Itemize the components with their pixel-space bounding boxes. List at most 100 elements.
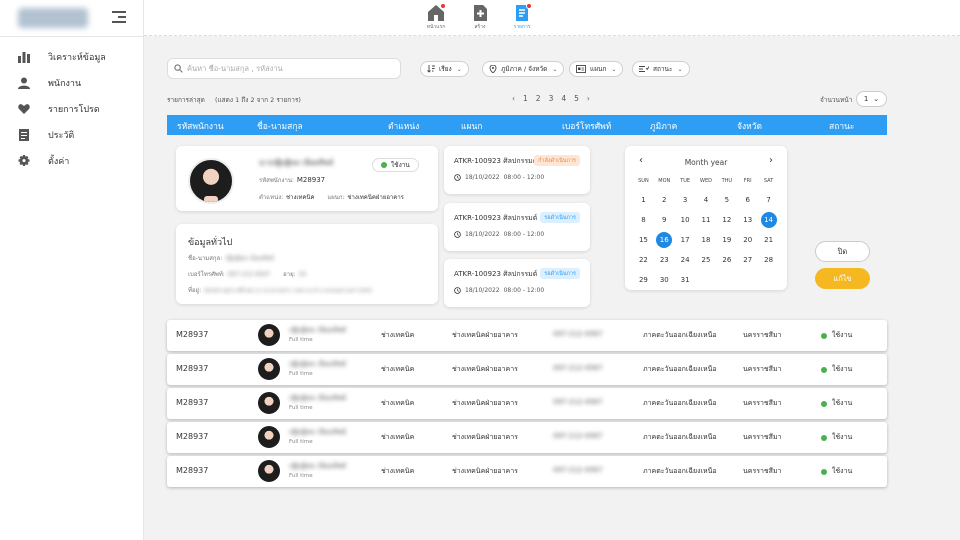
cell-emp-id: M28937 [176,432,209,441]
task-card[interactable]: ATKR-100923 ศิลปกรรมต์ รอดำเนินการ 18/10… [444,259,590,307]
table-row[interactable]: M28937 ปฐิมฐิพล เนียมทิพย์ Full time ช่า… [167,320,887,351]
task-card[interactable]: ATKR-100923 ศิลปกรรมต์ กำลังดำเนินการ 18… [444,146,590,194]
header-region[interactable]: ภูมิภาค [650,119,677,133]
sidebar-item-favorites[interactable]: รายการโปรด [0,96,144,122]
calendar-day[interactable]: 2 [654,192,675,208]
sidebar-item-history[interactable]: ประวัติ [0,122,144,148]
page-5[interactable]: 5 [574,94,579,103]
header-department[interactable]: แผนก [461,119,482,133]
calendar-day[interactable]: 13 [737,212,758,228]
page-2[interactable]: 2 [536,94,541,103]
dept-label: แผนก: [327,194,345,201]
page-1[interactable]: 1 [523,94,528,103]
sidebar-item-analytics[interactable]: วิเคราะห์ข้อมูล [0,44,144,70]
table-row[interactable]: M28937 ปฐิมฐิพล เนียมทิพย์ Full time ช่า… [167,354,887,385]
calendar-day[interactable]: 1 [633,192,654,208]
address-label: ที่อยู่: [188,287,202,294]
status-filter[interactable]: สถานะ ⌄ [632,61,690,77]
calendar-day[interactable]: 20 [737,232,758,248]
calendar-day[interactable]: 30 [654,272,675,288]
calendar-day[interactable]: 4 [696,192,717,208]
cell-region: ภาคตะวันออกเฉียงเหนือ [643,433,717,441]
hamburger-menu-icon[interactable] [112,11,126,23]
cell-employment-type: Full time [289,371,313,377]
calendar-day[interactable]: 7 [758,192,779,208]
department-filter[interactable]: แผนก ⌄ [569,61,624,77]
calendar-day[interactable]: 15 [633,232,654,248]
cell-province: นครราชสีมา [743,433,782,441]
cell-department: ช่างเทคนิคฝ่ายอาคาร [452,399,518,407]
table-row[interactable]: M28937 ปฐิมฐิพล เนียมทิพย์ Full time ช่า… [167,422,887,453]
calendar-day[interactable]: 16 [656,232,673,248]
calendar-day[interactable]: 6 [737,192,758,208]
header-name[interactable]: ชื่อ-นามสกุล [257,119,303,133]
cell-employment-type: Full time [289,473,313,479]
calendar-day[interactable]: 11 [696,212,717,228]
calendar-day[interactable]: 29 [633,272,654,288]
calendar-day[interactable]: 28 [758,252,779,268]
sort-filter[interactable]: เรียง ⌄ [420,61,469,77]
calendar-day[interactable]: 24 [675,252,696,268]
chevron-down-icon: ⌄ [873,95,880,103]
employee-name: นางปฐิมฐิพล เนียมทิพย์ [259,158,334,167]
search-input[interactable] [187,64,387,73]
divider [0,36,144,37]
calendar-day[interactable]: 23 [654,252,675,268]
table-row[interactable]: M28937 ปฐิมฐิพล เนียมทิพย์ Full time ช่า… [167,388,887,419]
prev-page-icon[interactable]: ‹ [512,94,515,103]
calendar-day[interactable]: 26 [716,252,737,268]
calendar-day[interactable]: 10 [675,212,696,228]
pagination: ‹ 1 2 3 4 5 › [512,94,590,103]
top-nav-list[interactable]: รายการ [506,3,538,31]
calendar-next-icon[interactable]: › [769,155,773,166]
calendar-day[interactable]: 17 [675,232,696,248]
header-emp-id[interactable]: รหัสพนักงาน [177,119,224,133]
calendar-day[interactable]: 19 [716,232,737,248]
calendar: ‹ Month year › SUN MON TUE WED THU FRI SAT 1 2 3 4… [625,146,787,290]
cell-position: ช่างเทคนิค [381,399,415,407]
status-text: ใช้งาน [832,399,853,407]
cell-phone: 097-212-4567 [553,398,603,406]
sidebar-item-employees[interactable]: พนักงาน [0,70,144,96]
top-nav-label: รายการ [513,24,531,30]
calendar-day[interactable]: 14 [760,212,777,228]
weekday-label: SAT [763,178,774,184]
calendar-day[interactable]: 12 [716,212,737,228]
calendar-day[interactable]: 21 [758,232,779,248]
app-logo[interactable] [18,8,88,28]
calendar-day[interactable]: 27 [737,252,758,268]
task-code: ATKR-100923 ศิลปกรรมต์ [454,214,538,222]
calendar-day[interactable]: 25 [696,252,717,268]
cell-emp-id: M28937 [176,466,209,475]
cell-name: ปฐิมฐิพล เนียมทิพย์ [289,394,347,402]
calendar-day[interactable]: 3 [675,192,696,208]
calendar-day[interactable]: 8 [633,212,654,228]
calendar-day[interactable]: 5 [716,192,737,208]
top-nav-home[interactable]: หน้าแรก [420,3,452,31]
calendar-day[interactable]: 9 [654,212,675,228]
edit-button[interactable]: แก้ไข [815,268,870,289]
avatar [258,426,280,448]
task-card[interactable]: ATKR-100923 ศิลปกรรมต์ รอดำเนินการ 18/10… [444,203,590,251]
top-nav-create[interactable]: สร้าง [464,4,496,31]
sidebar-item-label: ตั้งค่า [48,157,70,167]
page-4[interactable]: 4 [561,94,566,103]
sidebar-item-settings[interactable]: ตั้งค่า [0,148,144,174]
region-filter[interactable]: ภูมิภาค / จังหวัด ⌄ [482,61,565,77]
task-status-badge: รอดำเนินการ [540,268,580,279]
calendar-day[interactable]: 22 [633,252,654,268]
per-page-select[interactable]: 1 ⌄ [856,91,887,107]
header-position[interactable]: ตำแหน่ง [388,119,419,133]
header-phone[interactable]: เบอร์โทรศัพท์ [562,119,611,133]
page-3[interactable]: 3 [549,94,554,103]
header-province[interactable]: จังหวัด [737,119,762,133]
next-page-icon[interactable]: › [587,94,590,103]
weekday-label: WED [700,178,712,184]
status-dot [381,162,387,168]
table-row[interactable]: M28937 ปฐิมฐิพล เนียมทิพย์ Full time ช่า… [167,456,887,487]
calendar-title: Month year [684,158,728,167]
calendar-day[interactable]: 18 [696,232,717,248]
header-status[interactable]: สถานะ [829,119,854,133]
calendar-day[interactable]: 31 [675,272,696,288]
close-button[interactable]: ปิด [815,241,870,262]
